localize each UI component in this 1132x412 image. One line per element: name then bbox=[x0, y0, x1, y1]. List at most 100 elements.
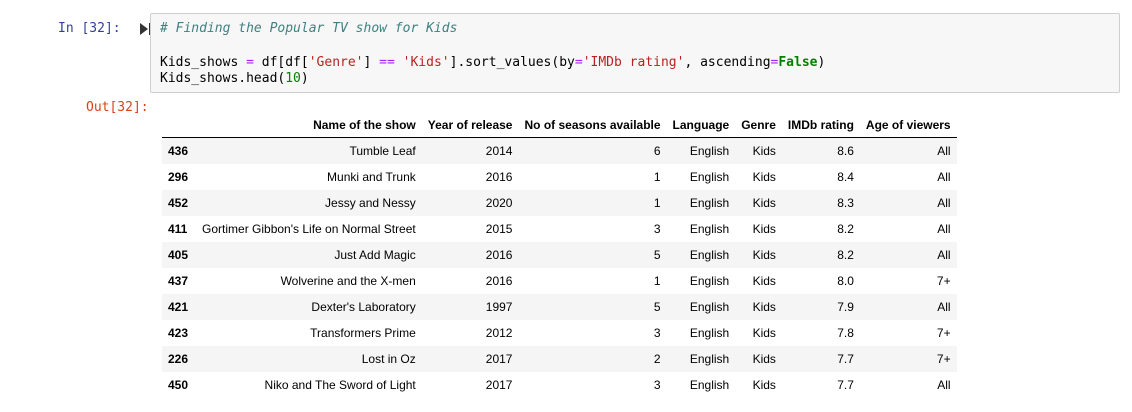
show-name-cell: Niko and The Sword of Light bbox=[264, 377, 416, 392]
show-name-cell: Just Add Magic bbox=[334, 247, 416, 262]
row-index: 226 bbox=[168, 351, 189, 366]
show-name-cell: Gortimer Gibbon's Life on Normal Street bbox=[202, 221, 416, 236]
input-prompt: In [32]: bbox=[58, 21, 121, 36]
imdb-rating-cell: 8.3 bbox=[837, 195, 854, 210]
language-cell: English bbox=[689, 221, 730, 236]
dataframe-output-table: Name of the show Year of release No of s… bbox=[162, 113, 957, 398]
genre-cell: Kids bbox=[752, 169, 776, 184]
code-line-head: Kids_shows.head(10) bbox=[160, 71, 309, 86]
table-row: 436 Tumble Leaf 2014 6 English Kids 8.6 All bbox=[162, 137, 957, 164]
language-cell: English bbox=[689, 273, 730, 288]
year-cell: 2020 bbox=[485, 195, 513, 210]
genre-cell: Kids bbox=[752, 195, 776, 210]
year-cell: 2017 bbox=[485, 351, 513, 366]
imdb-rating-cell: 8.2 bbox=[837, 221, 854, 236]
row-index: 450 bbox=[168, 377, 189, 392]
code-line-comment: # Finding the Popular TV show for Kids bbox=[160, 21, 458, 36]
age-of-viewers-cell: All bbox=[937, 143, 951, 158]
column-header: No of seasons available bbox=[518, 113, 667, 138]
code-line-sort: Kids_shows = df[df['Genre'] == 'Kids'].s… bbox=[160, 55, 826, 70]
language-cell: English bbox=[689, 351, 730, 366]
imdb-rating-cell: 7.8 bbox=[837, 325, 854, 340]
row-index: 421 bbox=[168, 299, 189, 314]
table-row: 450 Niko and The Sword of Light 2017 3 Engli… bbox=[162, 372, 957, 398]
seasons-cell: 1 bbox=[653, 195, 661, 210]
show-name-cell: Transformers Prime bbox=[310, 325, 416, 340]
column-header: Year of release bbox=[421, 113, 519, 138]
age-of-viewers-cell: 7+ bbox=[936, 351, 951, 366]
show-name-cell: Lost in Oz bbox=[361, 351, 416, 366]
year-cell: 2017 bbox=[485, 377, 513, 392]
column-header: Age of viewers bbox=[859, 113, 957, 138]
language-cell: English bbox=[689, 195, 730, 210]
column-header: Language bbox=[666, 113, 736, 138]
output-prompt: Out[32]: bbox=[86, 100, 149, 115]
language-cell: English bbox=[689, 377, 730, 392]
table-body: 436 Tumble Leaf 2014 6 English Kids 8.6 All 296 M… bbox=[162, 137, 957, 398]
row-index: 405 bbox=[168, 247, 189, 262]
genre-cell: Kids bbox=[752, 351, 776, 366]
imdb-rating-cell: 8.4 bbox=[837, 169, 854, 184]
imdb-rating-cell: 7.9 bbox=[837, 299, 854, 314]
language-cell: English bbox=[689, 325, 730, 340]
seasons-cell: 6 bbox=[653, 143, 661, 158]
seasons-cell: 1 bbox=[653, 169, 661, 184]
year-cell: 2014 bbox=[485, 143, 513, 158]
seasons-cell: 3 bbox=[653, 377, 661, 392]
seasons-cell: 5 bbox=[653, 247, 661, 262]
column-header: IMDb rating bbox=[781, 113, 860, 138]
imdb-rating-cell: 8.2 bbox=[837, 247, 854, 262]
show-name-cell: Dexter's Laboratory bbox=[311, 299, 416, 314]
age-of-viewers-cell: All bbox=[937, 169, 951, 184]
seasons-cell: 5 bbox=[653, 299, 661, 314]
age-of-viewers-cell: 7+ bbox=[936, 325, 951, 340]
language-cell: English bbox=[689, 143, 730, 158]
age-of-viewers-cell: All bbox=[937, 377, 951, 392]
age-of-viewers-cell: All bbox=[937, 195, 951, 210]
genre-cell: Kids bbox=[752, 247, 776, 262]
year-cell: 2016 bbox=[485, 273, 513, 288]
table-row: 411 Gortimer Gibbon's Life on Normal Stre… bbox=[162, 216, 957, 242]
row-index: 423 bbox=[168, 325, 189, 340]
genre-cell: Kids bbox=[752, 299, 776, 314]
genre-cell: Kids bbox=[752, 377, 776, 392]
seasons-cell: 3 bbox=[653, 325, 661, 340]
language-cell: English bbox=[689, 299, 730, 314]
year-cell: 2015 bbox=[485, 221, 513, 236]
language-cell: English bbox=[689, 169, 730, 184]
table-row: 452 Jessy and Nessy 2020 1 English Kids 8.3 All bbox=[162, 189, 957, 216]
imdb-rating-cell: 7.7 bbox=[837, 377, 854, 392]
row-index: 452 bbox=[168, 195, 189, 210]
year-cell: 2012 bbox=[485, 325, 513, 340]
age-of-viewers-cell: All bbox=[937, 299, 951, 314]
seasons-cell: 1 bbox=[653, 273, 661, 288]
row-index: 411 bbox=[168, 221, 188, 236]
show-name-cell: Tumble Leaf bbox=[349, 143, 416, 158]
seasons-cell: 2 bbox=[653, 351, 661, 366]
table-row: 296 Munki and Trunk 2016 1 English Kids 8.4 All bbox=[162, 164, 957, 190]
show-name-cell: Wolverine and the X-men bbox=[280, 273, 416, 288]
index-header bbox=[162, 113, 197, 138]
year-cell: 2016 bbox=[485, 247, 513, 262]
code-cell-input[interactable]: # Finding the Popular TV show for Kids K… bbox=[150, 13, 1120, 93]
table-row: 423 Transformers Prime 2012 3 English Kids 7.8… bbox=[162, 320, 957, 346]
table-row: 405 Just Add Magic 2016 5 English Kids 8.2 All bbox=[162, 241, 957, 268]
table-row: 226 Lost in Oz 2017 2 English Kids 7.7 7+ bbox=[162, 345, 957, 372]
row-index: 296 bbox=[168, 169, 189, 184]
age-of-viewers-cell: All bbox=[937, 221, 951, 236]
language-cell: English bbox=[689, 247, 730, 262]
genre-cell: Kids bbox=[752, 273, 776, 288]
genre-cell: Kids bbox=[752, 143, 776, 158]
year-cell: 2016 bbox=[485, 169, 513, 184]
age-of-viewers-cell: All bbox=[937, 247, 951, 262]
seasons-cell: 3 bbox=[653, 221, 661, 236]
show-name-cell: Munki and Trunk bbox=[327, 169, 416, 184]
column-header: Genre bbox=[735, 113, 782, 138]
row-index: 436 bbox=[168, 143, 189, 158]
table-header-row: Name of the show Year of release No of s… bbox=[162, 113, 957, 138]
genre-cell: Kids bbox=[752, 221, 776, 236]
column-header: Name of the show bbox=[196, 113, 422, 138]
imdb-rating-cell: 7.7 bbox=[837, 351, 854, 366]
imdb-rating-cell: 8.0 bbox=[837, 273, 854, 288]
age-of-viewers-cell: 7+ bbox=[936, 273, 951, 288]
